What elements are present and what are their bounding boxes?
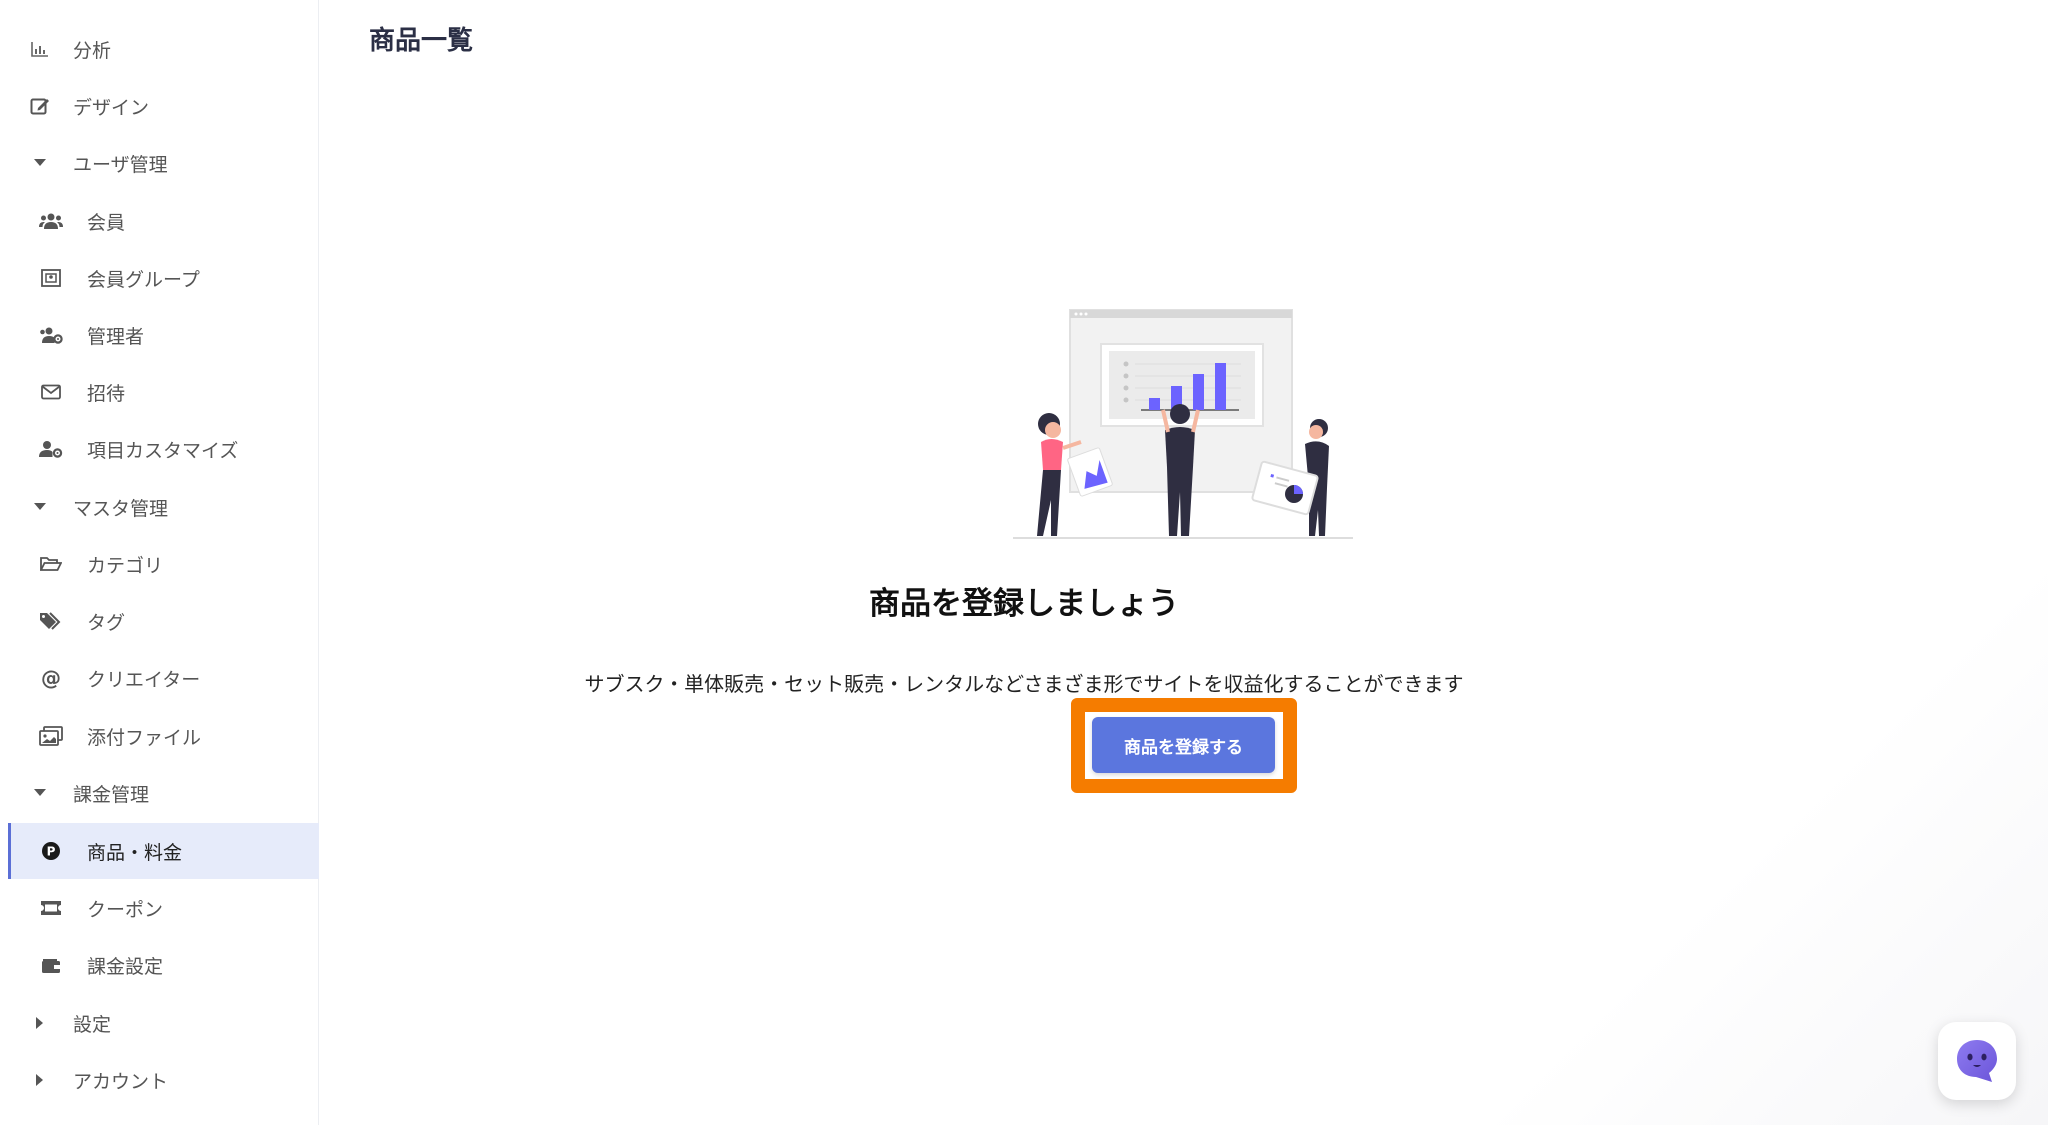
caret-right-icon xyxy=(28,1011,52,1035)
sidebar-item-billing-settings[interactable]: 課金設定 xyxy=(8,937,319,993)
folder-icon xyxy=(39,552,63,576)
sidebar-item-analytics[interactable]: 分析 xyxy=(8,21,319,77)
sidebar-section-user-management[interactable]: ユーザ管理 xyxy=(8,135,319,191)
empty-state-illustration xyxy=(1013,309,1353,539)
register-product-button[interactable]: 商品を登録する xyxy=(1092,717,1275,773)
ticket-icon xyxy=(39,896,63,920)
sidebar-section-billing-management[interactable]: 課金管理 xyxy=(8,765,319,821)
chat-bot-icon xyxy=(1957,1040,1997,1082)
sidebar-section-label: アカウント xyxy=(73,1070,169,1093)
sidebar: 分析 デザイン ユーザ管理 会員 会員グループ 管理者 招待 項目カスタマイズ … xyxy=(0,0,319,1125)
caret-down-icon xyxy=(28,781,52,805)
users-icon xyxy=(39,209,63,233)
svg-text:P: P xyxy=(47,845,56,859)
sidebar-item-label: 会員グループ xyxy=(87,268,200,291)
caret-right-icon xyxy=(28,1068,52,1092)
sidebar-section-label: ユーザ管理 xyxy=(73,153,168,176)
sidebar-item-admins[interactable]: 管理者 xyxy=(8,307,319,363)
sidebar-item-label: 商品・料金 xyxy=(87,841,183,864)
chat-widget-button[interactable] xyxy=(1938,1022,2016,1100)
sidebar-item-label: 添付ファイル xyxy=(87,726,202,749)
sidebar-item-label: 会員 xyxy=(87,211,126,234)
users-gear-icon xyxy=(39,323,63,347)
sidebar-item-members[interactable]: 会員 xyxy=(8,193,319,249)
group-icon xyxy=(39,266,63,290)
sidebar-item-field-customize[interactable]: 項目カスタマイズ xyxy=(8,421,319,477)
sidebar-section-label: 設定 xyxy=(73,1013,112,1036)
sidebar-section-label: 課金管理 xyxy=(73,783,150,806)
sidebar-section-account[interactable]: アカウント xyxy=(8,1052,319,1108)
sidebar-item-label: クーポン xyxy=(87,898,164,921)
edit-icon xyxy=(28,94,52,118)
sidebar-item-label: 管理者 xyxy=(87,325,145,348)
images-icon xyxy=(39,724,63,748)
caret-down-icon xyxy=(28,495,52,519)
sidebar-item-attachments[interactable]: 添付ファイル xyxy=(8,708,319,764)
product-p-icon: P xyxy=(39,839,63,863)
sidebar-item-label: 課金設定 xyxy=(87,955,164,978)
page-title: 商品一覧 xyxy=(369,26,474,56)
sidebar-item-label: 分析 xyxy=(73,39,112,62)
sidebar-item-label: 項目カスタマイズ xyxy=(87,439,239,462)
caret-down-icon xyxy=(28,151,52,175)
chart-bar-icon xyxy=(28,37,52,61)
mail-icon xyxy=(39,380,63,404)
sidebar-item-label: デザイン xyxy=(73,96,150,119)
sidebar-item-member-groups[interactable]: 会員グループ xyxy=(8,250,319,306)
wallet-icon xyxy=(39,953,63,977)
sidebar-section-settings[interactable]: 設定 xyxy=(8,995,319,1051)
sidebar-item-label: カテゴリ xyxy=(87,554,164,577)
sidebar-item-coupons[interactable]: クーポン xyxy=(8,880,319,936)
sidebar-item-label: 招待 xyxy=(87,382,126,405)
empty-state-description: サブスク・単体販売・セット販売・レンタルなどさまざま形でサイトを収益化することが… xyxy=(584,672,1464,696)
empty-state-title: 商品を登録しましょう xyxy=(869,586,1179,622)
sidebar-item-design[interactable]: デザイン xyxy=(8,78,319,134)
sidebar-item-products-pricing[interactable]: P 商品・料金 xyxy=(8,823,319,879)
sidebar-section-master-management[interactable]: マスタ管理 xyxy=(8,479,319,535)
user-gear-icon xyxy=(39,437,63,461)
sidebar-item-invitations[interactable]: 招待 xyxy=(8,364,319,420)
main-content: 商品一覧 xyxy=(320,0,2048,1125)
sidebar-section-label: マスタ管理 xyxy=(73,497,169,520)
